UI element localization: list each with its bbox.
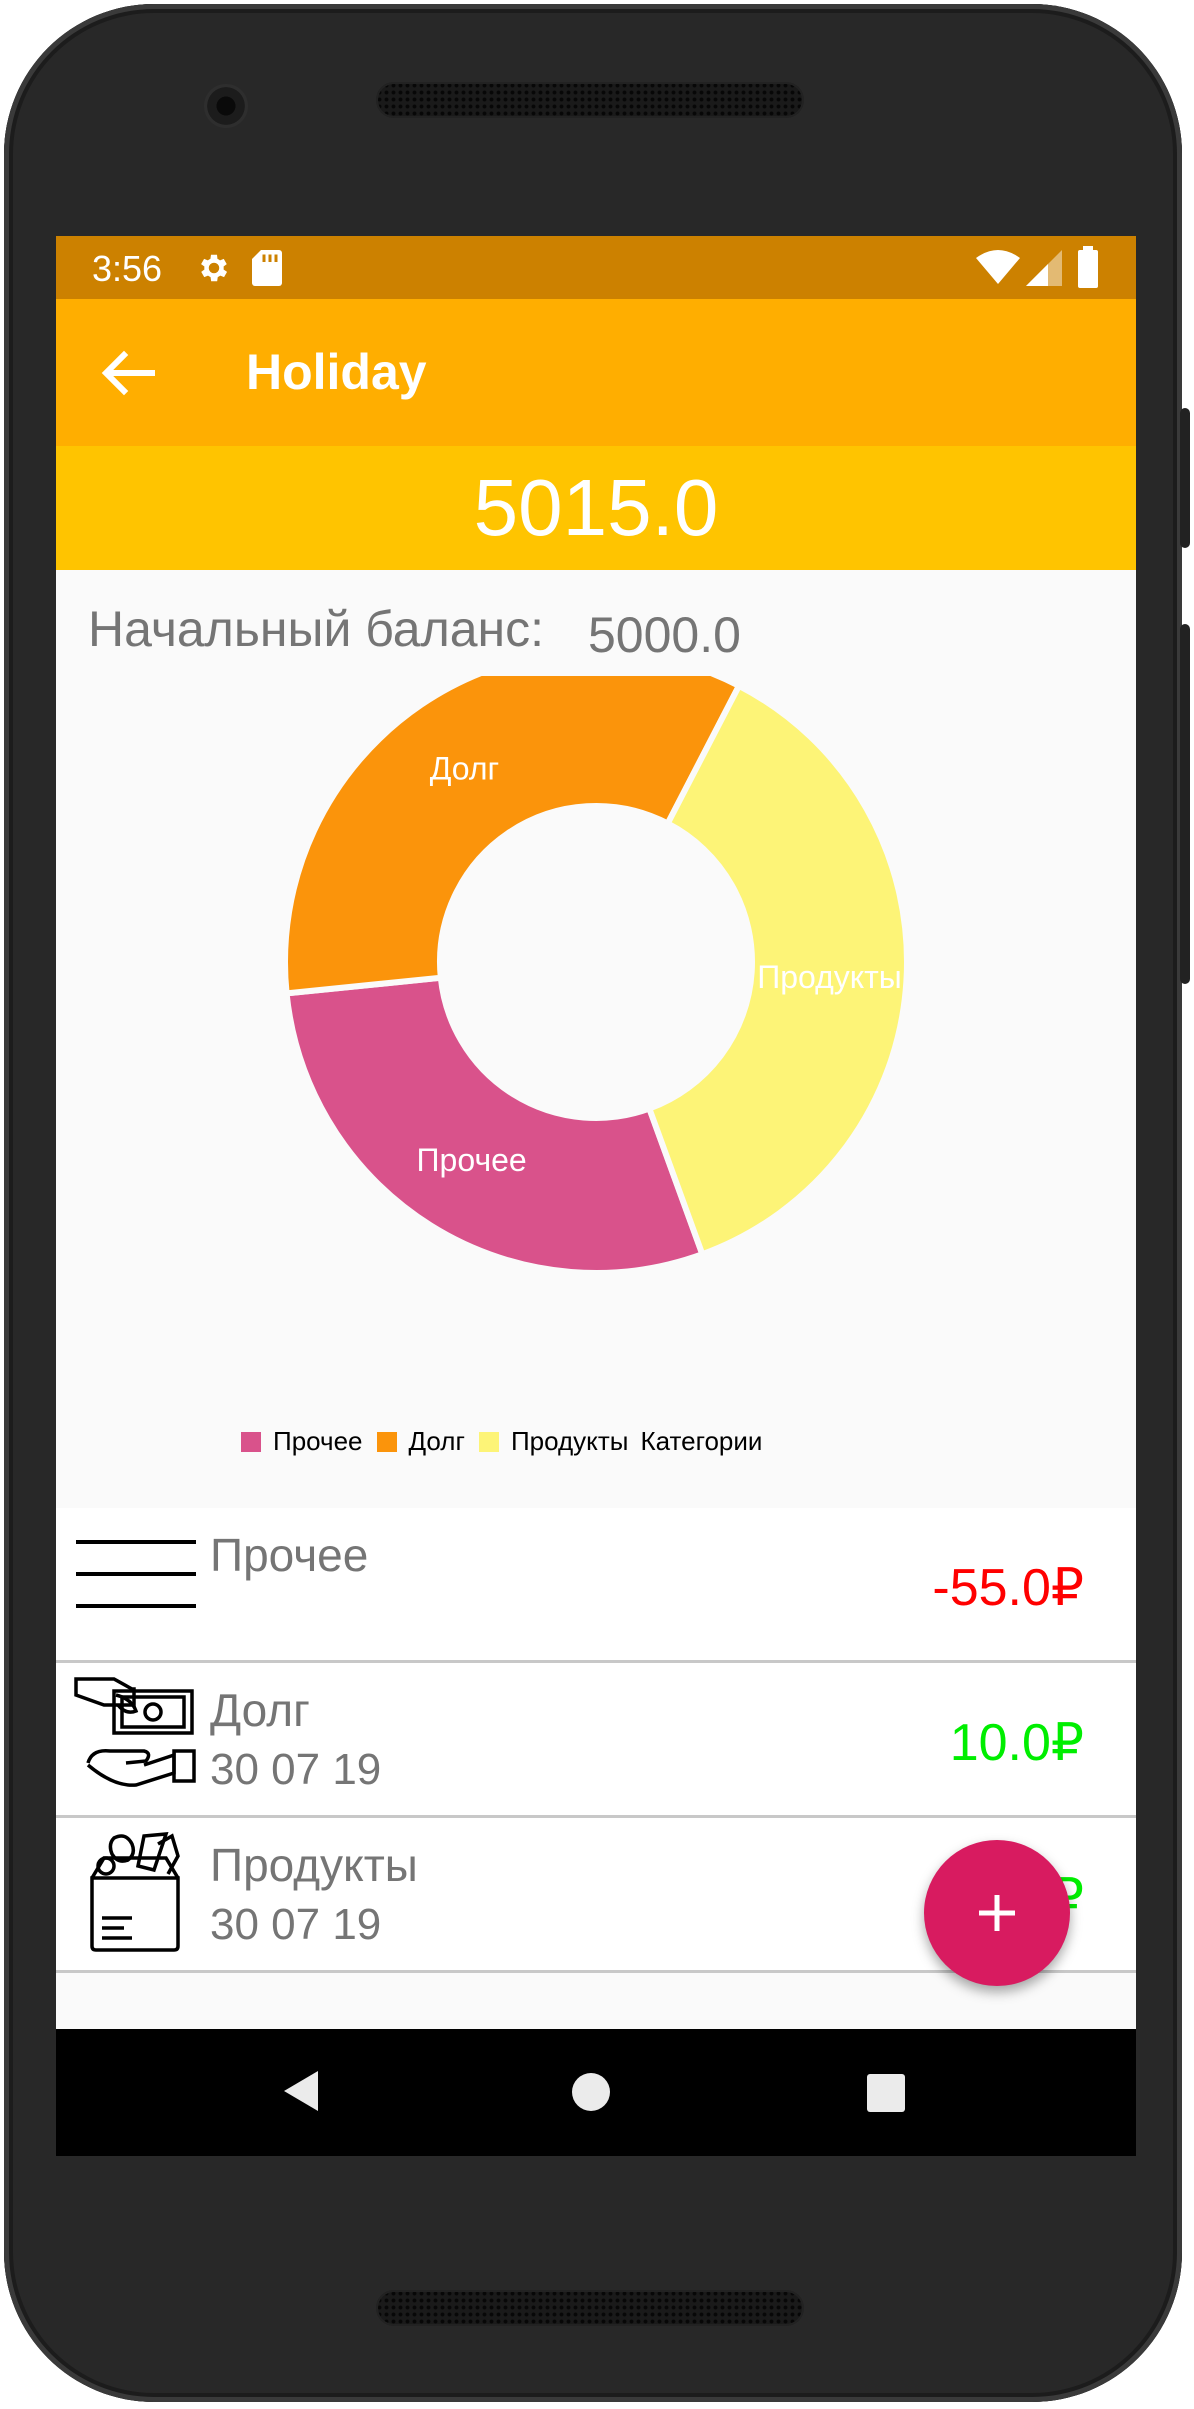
legend-title: Категории bbox=[640, 1426, 763, 1456]
legend-label: Продукты bbox=[510, 1426, 629, 1456]
legend-swatch bbox=[241, 1431, 261, 1452]
donut-label-other: Прочее bbox=[417, 1142, 527, 1178]
legend-label: Прочее bbox=[273, 1426, 363, 1456]
nav-recents-icon[interactable] bbox=[866, 2073, 906, 2113]
money-hand-icon bbox=[74, 1677, 196, 1787]
legend-item-groceries: Продукты bbox=[478, 1426, 629, 1457]
legend-item-other: Прочее bbox=[241, 1426, 363, 1457]
transaction-category: Прочее bbox=[210, 1529, 369, 1581]
page-title: Holiday bbox=[246, 344, 427, 400]
legend-swatch bbox=[478, 1431, 499, 1452]
power-button bbox=[1180, 408, 1190, 548]
status-bar: 3:56 bbox=[56, 236, 1136, 299]
chart-legend: Прочее Долг Продукты Категории bbox=[241, 1426, 762, 1457]
legend-label: Долг bbox=[408, 1426, 465, 1456]
transaction-amount: -55.0₽ bbox=[932, 1559, 1084, 1617]
navigation-bar bbox=[56, 2029, 1136, 2156]
donut-slice-other[interactable] bbox=[283, 974, 707, 1276]
category-donut-chart[interactable]: Прочее Долг Продукты bbox=[56, 676, 1136, 1416]
current-balance: 5015.0 bbox=[473, 463, 719, 552]
settings-gear-icon bbox=[201, 254, 228, 282]
signal-icon bbox=[1026, 250, 1062, 286]
status-time: 3:56 bbox=[92, 248, 163, 289]
donut-label-debt: Долг bbox=[430, 750, 499, 786]
initial-balance-value: 5000.0 bbox=[588, 607, 741, 663]
donut-label-groceries: Продукты bbox=[757, 959, 902, 995]
battery-icon bbox=[1078, 246, 1098, 288]
nav-home-icon[interactable] bbox=[570, 2071, 612, 2113]
front-camera bbox=[204, 84, 248, 128]
add-transaction-button[interactable] bbox=[924, 1840, 1070, 1986]
plus-icon bbox=[979, 1895, 1015, 1931]
transaction-category: Продукты bbox=[210, 1839, 418, 1891]
transaction-row[interactable]: Прочее -55.0₽ bbox=[56, 1508, 1136, 1663]
initial-balance-label: Начальный баланс: bbox=[88, 601, 545, 657]
phone-frame: 3:56 Holiday 5015.0 Начальный баланс: 50… bbox=[4, 4, 1190, 2402]
transaction-date: 30 07 19 bbox=[210, 1900, 382, 1949]
legend-swatch bbox=[376, 1431, 397, 1452]
transaction-category: Долг bbox=[210, 1684, 310, 1736]
volume-button bbox=[1180, 624, 1190, 984]
wifi-icon bbox=[976, 250, 1020, 284]
bottom-speaker bbox=[376, 2290, 804, 2326]
back-arrow-icon[interactable] bbox=[96, 341, 160, 405]
legend-item-debt: Долг bbox=[376, 1426, 465, 1457]
app-toolbar: Holiday bbox=[56, 299, 1136, 446]
top-speaker bbox=[376, 82, 804, 118]
transaction-date: 30 07 19 bbox=[210, 1745, 382, 1794]
donut-slice-debt[interactable] bbox=[282, 676, 744, 997]
transaction-amount: 10.0₽ bbox=[949, 1714, 1084, 1772]
nav-back-icon[interactable] bbox=[278, 2067, 322, 2115]
balance-banner: 5015.0 bbox=[56, 446, 1136, 570]
list-icon bbox=[76, 1540, 196, 1608]
app-screen: 3:56 Holiday 5015.0 Начальный баланс: 50… bbox=[56, 236, 1136, 2156]
sd-card-icon bbox=[252, 250, 282, 286]
grocery-bag-icon bbox=[90, 1832, 180, 1952]
transaction-row[interactable]: Долг 30 07 19 10.0₽ bbox=[56, 1663, 1136, 1818]
